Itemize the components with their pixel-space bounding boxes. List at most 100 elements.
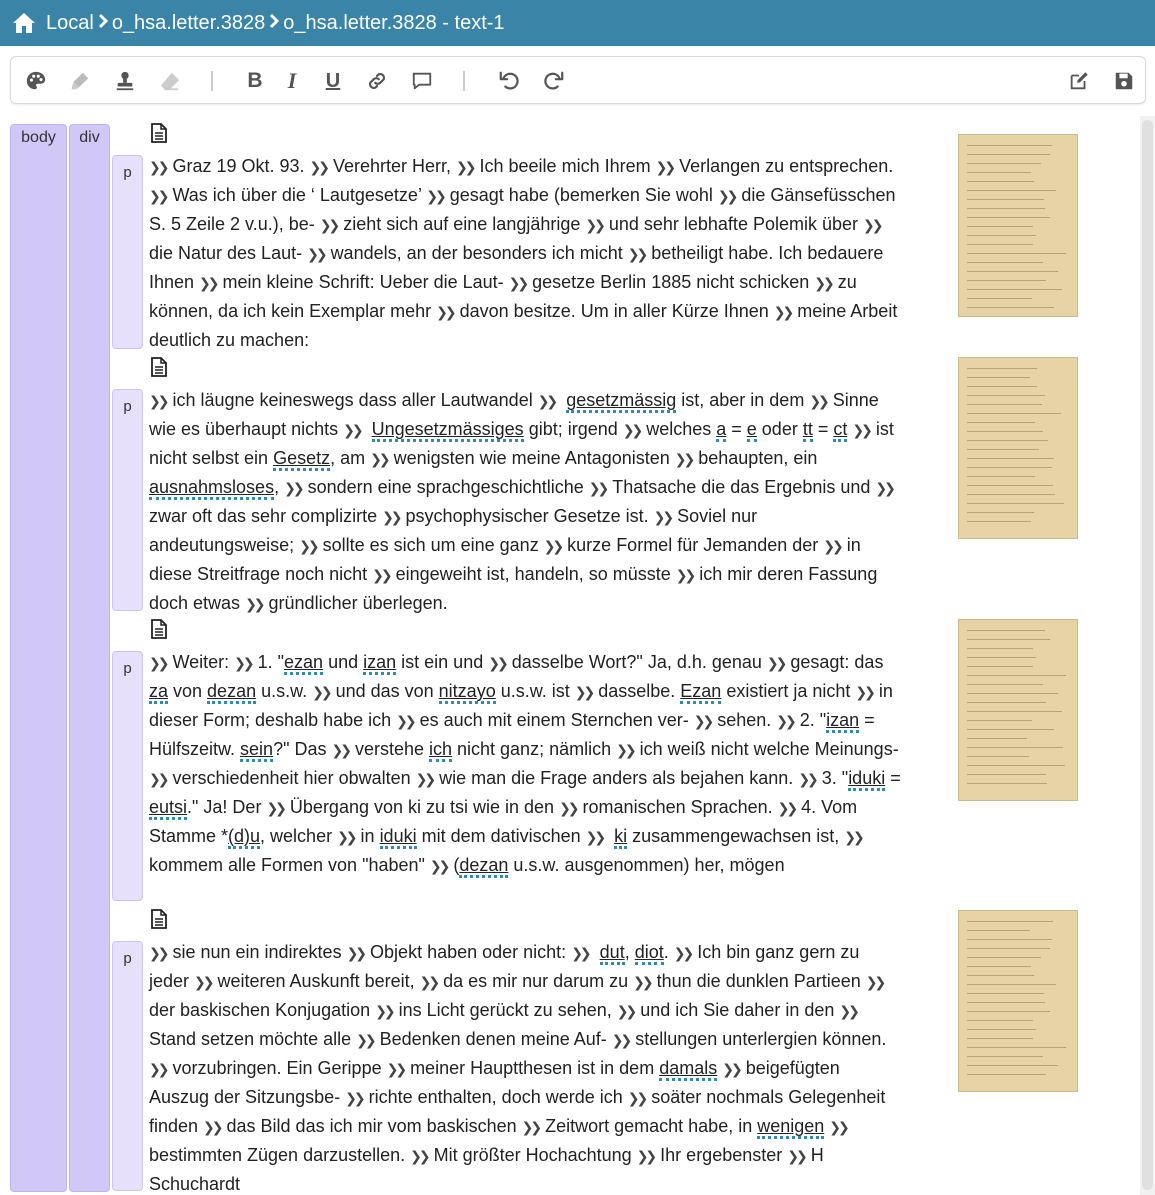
paragraph-text[interactable]: ❯❯ ich läugne keineswegs dass aller Lautw… <box>149 386 901 618</box>
line-break-marker[interactable]: ❯❯ <box>372 567 393 583</box>
line-break-marker[interactable]: ❯❯ <box>612 1032 633 1048</box>
line-break-marker[interactable]: ❯❯ <box>149 159 170 175</box>
line-break-marker[interactable]: ❯❯ <box>234 655 255 671</box>
page-break-icon[interactable] <box>150 619 168 639</box>
line-break-marker[interactable]: ❯❯ <box>375 1003 396 1019</box>
line-break-marker[interactable]: ❯❯ <box>823 538 844 554</box>
underlined-term[interactable]: ezan <box>284 652 324 675</box>
div-element[interactable]: div <box>69 124 110 1192</box>
line-break-marker[interactable]: ❯❯ <box>778 800 799 816</box>
stamp-icon[interactable] <box>112 68 138 94</box>
line-break-marker[interactable]: ❯❯ <box>149 1061 170 1077</box>
line-break-marker[interactable]: ❯❯ <box>387 1061 408 1077</box>
underlined-term[interactable]: ct <box>833 419 848 442</box>
line-break-marker[interactable]: ❯❯ <box>774 304 795 320</box>
line-break-marker[interactable]: ❯❯ <box>307 246 328 262</box>
line-break-marker[interactable]: ❯❯ <box>809 393 830 409</box>
line-break-marker[interactable]: ❯❯ <box>337 829 358 845</box>
undo-icon[interactable] <box>496 68 522 94</box>
underlined-term[interactable]: wenigen <box>757 1116 825 1139</box>
line-break-marker[interactable]: ❯❯ <box>559 800 580 816</box>
line-break-marker[interactable]: ❯❯ <box>284 480 305 496</box>
line-break-marker[interactable]: ❯❯ <box>522 1119 543 1135</box>
line-break-marker[interactable]: ❯❯ <box>571 945 592 961</box>
line-break-marker[interactable]: ❯❯ <box>798 771 819 787</box>
line-break-marker[interactable]: ❯❯ <box>396 713 417 729</box>
line-break-marker[interactable]: ❯❯ <box>370 451 391 467</box>
line-break-marker[interactable]: ❯❯ <box>149 945 170 961</box>
line-break-marker[interactable]: ❯❯ <box>675 451 696 467</box>
facsimile-thumbnail[interactable] <box>958 134 1078 317</box>
line-break-marker[interactable]: ❯❯ <box>194 974 215 990</box>
line-break-marker[interactable]: ❯❯ <box>855 684 876 700</box>
line-break-marker[interactable]: ❯❯ <box>509 275 530 291</box>
vertical-scrollbar[interactable] <box>1140 116 1155 1195</box>
line-break-marker[interactable]: ❯❯ <box>456 159 477 175</box>
line-break-marker[interactable]: ❯❯ <box>436 304 457 320</box>
line-break-marker[interactable]: ❯❯ <box>199 275 220 291</box>
underlined-term[interactable]: izan <box>363 652 397 675</box>
line-break-marker[interactable]: ❯❯ <box>654 509 675 525</box>
line-break-marker[interactable]: ❯❯ <box>722 1061 743 1077</box>
line-break-marker[interactable]: ❯❯ <box>839 1003 860 1019</box>
line-break-marker[interactable]: ❯❯ <box>310 159 331 175</box>
body-element[interactable]: body <box>10 124 67 1192</box>
facsimile-thumbnail[interactable] <box>958 910 1078 1092</box>
line-break-marker[interactable]: ❯❯ <box>767 655 788 671</box>
line-break-marker[interactable]: ❯❯ <box>586 829 607 845</box>
p-element[interactable]: p <box>112 941 143 1191</box>
underlined-term[interactable]: Ezan <box>680 681 722 704</box>
edit-icon[interactable] <box>1066 68 1092 94</box>
underlined-term[interactable]: nitzayo <box>438 681 496 704</box>
line-break-marker[interactable]: ❯❯ <box>245 596 266 612</box>
underlined-term[interactable]: Gesetz <box>273 448 331 471</box>
page-break-icon[interactable] <box>150 123 168 143</box>
line-break-marker[interactable]: ❯❯ <box>575 684 596 700</box>
underlined-term[interactable]: Ungesetzmässiges <box>371 419 524 442</box>
scrollbar-thumb[interactable] <box>1142 120 1153 1190</box>
line-break-marker[interactable]: ❯❯ <box>617 1003 638 1019</box>
line-break-marker[interactable]: ❯❯ <box>149 188 170 204</box>
line-break-marker[interactable]: ❯❯ <box>616 742 637 758</box>
underlined-term[interactable]: izan <box>826 710 860 733</box>
line-break-marker[interactable]: ❯❯ <box>382 509 403 525</box>
underlined-term[interactable]: dut <box>599 942 625 965</box>
line-break-marker[interactable]: ❯❯ <box>718 188 739 204</box>
paragraph-text[interactable]: ❯❯ sie nun ein indirektes ❯❯ Objekt haben … <box>149 938 901 1195</box>
line-break-marker[interactable]: ❯❯ <box>356 1032 377 1048</box>
line-break-marker[interactable]: ❯❯ <box>343 422 364 438</box>
line-break-marker[interactable]: ❯❯ <box>149 393 170 409</box>
line-break-marker[interactable]: ❯❯ <box>863 217 884 233</box>
line-break-marker[interactable]: ❯❯ <box>694 713 715 729</box>
save-icon[interactable] <box>1111 68 1137 94</box>
underlined-term[interactable]: za <box>149 681 169 704</box>
underlined-term[interactable]: damals <box>659 1058 718 1081</box>
underlined-term[interactable]: sein <box>240 739 274 762</box>
line-break-marker[interactable]: ❯❯ <box>488 655 509 671</box>
underlined-term[interactable]: iduki <box>379 826 417 849</box>
redo-icon[interactable] <box>541 68 567 94</box>
line-break-marker[interactable]: ❯❯ <box>320 217 341 233</box>
line-break-marker[interactable]: ❯❯ <box>426 188 447 204</box>
breadcrumb-local[interactable]: Local <box>46 12 94 35</box>
line-break-marker[interactable]: ❯❯ <box>416 771 437 787</box>
underlined-term[interactable]: diot <box>634 942 664 965</box>
underlined-term[interactable]: dezan <box>207 681 257 704</box>
underlined-term[interactable]: gesetzmässig <box>566 390 677 413</box>
paragraph-text[interactable]: ❯❯ Weiter: ❯❯ 1. "ezan und izan ist ein un… <box>149 648 901 880</box>
line-break-marker[interactable]: ❯❯ <box>875 480 896 496</box>
underlined-term[interactable]: iduki <box>848 768 886 791</box>
line-break-marker[interactable]: ❯❯ <box>866 974 887 990</box>
line-break-marker[interactable]: ❯❯ <box>544 538 565 554</box>
underlined-term[interactable]: tt <box>802 419 813 442</box>
line-break-marker[interactable]: ❯❯ <box>628 1090 649 1106</box>
home-icon[interactable] <box>12 12 36 34</box>
underline-button[interactable]: U <box>320 68 346 94</box>
line-break-marker[interactable]: ❯❯ <box>149 771 170 787</box>
line-break-marker[interactable]: ❯❯ <box>674 945 695 961</box>
eraser-icon[interactable] <box>157 68 183 94</box>
p-element[interactable]: p <box>112 389 143 611</box>
line-break-marker[interactable]: ❯❯ <box>585 217 606 233</box>
line-break-marker[interactable]: ❯❯ <box>676 567 697 583</box>
line-break-marker[interactable]: ❯❯ <box>844 829 865 845</box>
